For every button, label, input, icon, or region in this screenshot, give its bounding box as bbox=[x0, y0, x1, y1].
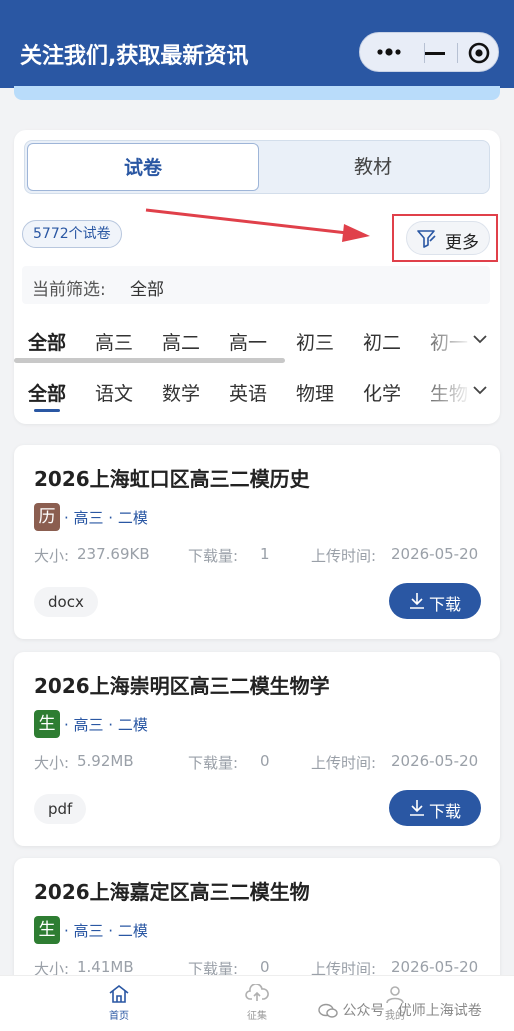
segment-papers[interactable]: 试卷 bbox=[27, 143, 259, 191]
subject-tab[interactable]: 英语 bbox=[229, 379, 267, 406]
size-label: 大小: bbox=[34, 547, 70, 565]
upload-label: 上传时间: bbox=[311, 547, 377, 565]
subject-tab[interactable]: 全部 bbox=[28, 379, 66, 406]
size-value: 5.92MB bbox=[77, 752, 134, 770]
subject-tab[interactable]: 物理 bbox=[296, 379, 334, 406]
format-chip: pdf bbox=[34, 794, 87, 824]
chevron-down-icon[interactable] bbox=[472, 334, 488, 344]
segment-textbooks[interactable]: 教材 bbox=[259, 143, 487, 191]
format-chip: docx bbox=[34, 587, 98, 617]
more-label: 更多 bbox=[445, 233, 479, 253]
download-button[interactable]: 下载 bbox=[389, 583, 481, 619]
minimize-icon[interactable] bbox=[425, 52, 445, 55]
paper-title[interactable]: 2026上海崇明区高三二模生物学 bbox=[34, 670, 330, 699]
upload-value: 2026-05-20 bbox=[391, 545, 479, 563]
paper-title[interactable]: 2026上海嘉定区高三二模生物 bbox=[34, 876, 310, 905]
upload-value: 2026-05-20 bbox=[391, 958, 479, 976]
chevron-down-icon[interactable] bbox=[472, 385, 488, 395]
bottom-nav: 首页 征集 我的 公众号 · 优师上海试卷 bbox=[0, 975, 514, 1031]
current-filter-bar: 当前筛选: 全部 bbox=[22, 266, 490, 304]
watermark-text: 公众号 · 优师上海试卷 bbox=[342, 1003, 482, 1019]
cloud-upload-icon bbox=[245, 984, 269, 1001]
download-label: 下载 bbox=[429, 802, 462, 821]
annotation-arrow-icon bbox=[145, 208, 370, 242]
grade-tabs: 全部 高三 高二 高一 初三 初二 初一 bbox=[14, 320, 500, 361]
home-icon bbox=[109, 984, 129, 1003]
wechat-icon bbox=[318, 1003, 338, 1018]
paper-card[interactable]: 2026上海虹口区高三二模历史 历 · 高三 · 二模 大小: 237.69KB… bbox=[14, 445, 500, 639]
download-button[interactable]: 下载 bbox=[389, 790, 481, 826]
paper-count-badge: 5772个试卷 bbox=[22, 220, 122, 248]
subject-badge: 历 bbox=[34, 503, 60, 531]
top-header: 关注我们,获取最新资讯 bbox=[0, 0, 514, 88]
size-value: 237.69KB bbox=[77, 545, 150, 563]
active-tab-indicator bbox=[34, 409, 60, 412]
paper-title[interactable]: 2026上海虹口区高三二模历史 bbox=[34, 463, 310, 492]
paper-card[interactable]: 2026上海崇明区高三二模生物学 生 · 高三 · 二模 大小: 5.92MB … bbox=[14, 652, 500, 846]
grade-tab[interactable]: 初二 bbox=[363, 328, 401, 355]
grade-tab[interactable]: 初三 bbox=[296, 328, 334, 355]
annotation-highlight-box: 更多 bbox=[392, 214, 498, 262]
filter-icon bbox=[417, 230, 436, 248]
size-label: 大小: bbox=[34, 754, 70, 772]
miniprogram-capsule[interactable] bbox=[359, 32, 499, 72]
downloads-value: 0 bbox=[260, 958, 270, 976]
grade-tab[interactable]: 全部 bbox=[28, 328, 66, 355]
subject-badge: 生 bbox=[34, 916, 60, 944]
horizontal-scrollbar[interactable] bbox=[14, 358, 285, 363]
download-label: 下载 bbox=[429, 595, 462, 614]
more-dots-icon[interactable] bbox=[374, 41, 404, 63]
more-filter-button[interactable]: 更多 bbox=[406, 221, 490, 255]
downloads-value: 0 bbox=[260, 752, 270, 770]
grade-tab[interactable]: 高三 bbox=[95, 328, 133, 355]
paper-meta: · 高三 · 二模 bbox=[64, 509, 148, 527]
current-filter-value: 全部 bbox=[130, 280, 164, 300]
close-target-icon[interactable] bbox=[468, 42, 490, 64]
downloads-value: 1 bbox=[260, 545, 270, 563]
filter-card: 试卷 教材 5772个试卷 更多 当前筛选: 全部 全部 高三 高二 高一 初三… bbox=[14, 130, 500, 424]
banner-strip bbox=[14, 86, 500, 100]
subject-tabs: 全部 语文 数学 英语 物理 化学 生物 bbox=[14, 371, 500, 412]
nav-item-collect[interactable]: 征集 bbox=[227, 984, 287, 1022]
header-title: 关注我们,获取最新资讯 bbox=[20, 44, 249, 69]
subject-tab[interactable]: 数学 bbox=[162, 379, 200, 406]
download-icon bbox=[410, 593, 424, 609]
download-icon bbox=[410, 800, 424, 816]
size-value: 1.41MB bbox=[77, 958, 134, 976]
tab-fade bbox=[412, 320, 472, 360]
upload-value: 2026-05-20 bbox=[391, 752, 479, 770]
capsule-divider bbox=[457, 43, 458, 63]
nav-label: 征集 bbox=[247, 1011, 267, 1022]
grade-tab[interactable]: 高二 bbox=[162, 328, 200, 355]
upload-label: 上传时间: bbox=[311, 754, 377, 772]
nav-item-home[interactable]: 首页 bbox=[89, 984, 149, 1022]
tab-fade bbox=[412, 371, 472, 411]
subject-tab[interactable]: 语文 bbox=[95, 379, 133, 406]
paper-meta: · 高三 · 二模 bbox=[64, 922, 148, 940]
subject-badge: 生 bbox=[34, 710, 60, 738]
downloads-label: 下载量: bbox=[188, 754, 239, 772]
grade-tab[interactable]: 高一 bbox=[229, 328, 267, 355]
subject-tab[interactable]: 化学 bbox=[363, 379, 401, 406]
nav-label: 首页 bbox=[109, 1011, 129, 1022]
paper-meta: · 高三 · 二模 bbox=[64, 716, 148, 734]
type-segmented-control: 试卷 教材 bbox=[24, 140, 490, 194]
downloads-label: 下载量: bbox=[188, 547, 239, 565]
watermark: 公众号 · 优师上海试卷 bbox=[318, 1000, 482, 1020]
current-filter-label: 当前筛选: bbox=[32, 280, 106, 300]
